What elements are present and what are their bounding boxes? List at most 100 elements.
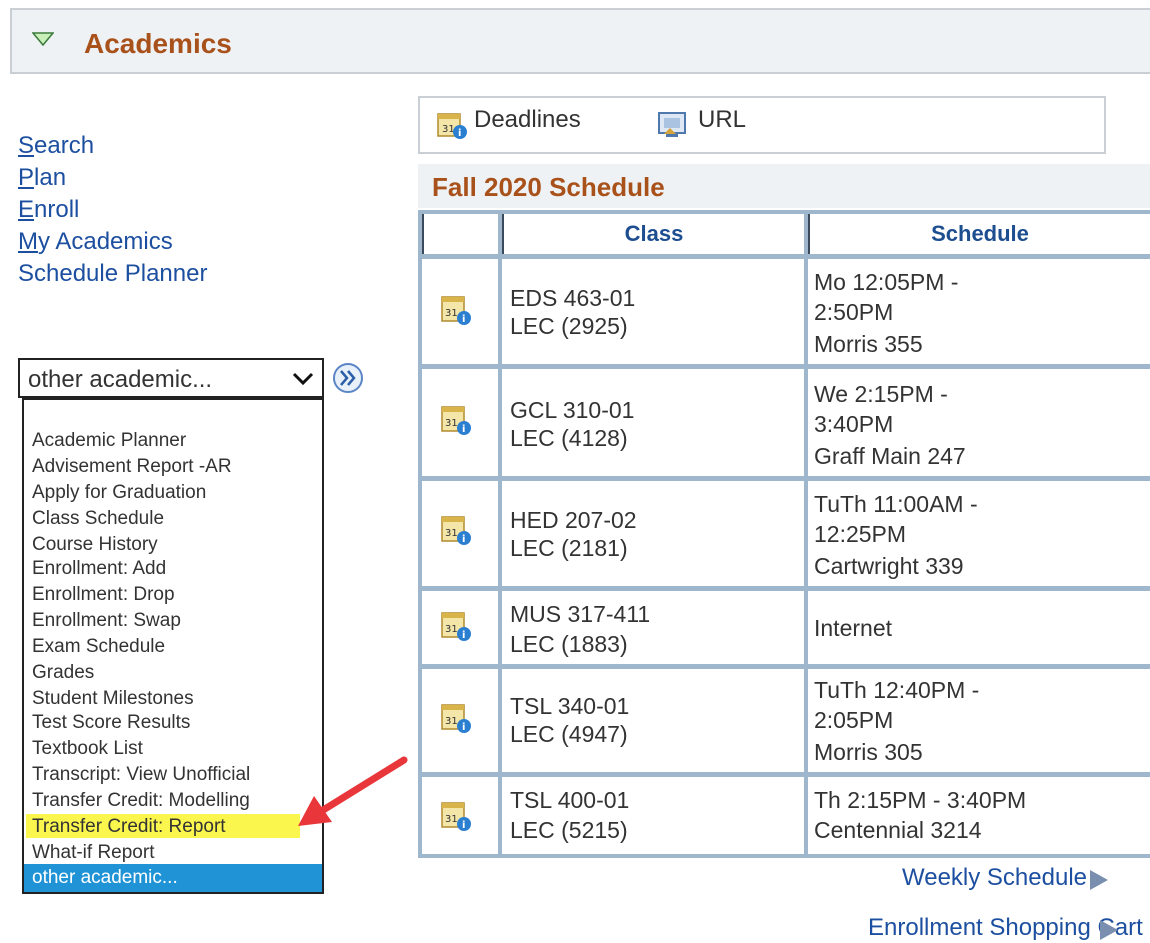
col-header-icon (422, 214, 498, 254)
schedule-time: Mo 12:05PM - (814, 269, 959, 295)
nav-my-academics-link[interactable]: My Academics (18, 228, 173, 256)
class-component: LEC (2181) (510, 535, 628, 561)
option-advisement-report[interactable]: Advisement Report -AR (32, 456, 232, 478)
play-arrow-icon (1090, 870, 1108, 890)
grid-line (804, 210, 808, 858)
option-exam-schedule[interactable]: Exam Schedule (32, 636, 165, 658)
nav-search-link[interactable]: Search (18, 132, 94, 160)
svg-text:i: i (462, 534, 465, 545)
url-monitor-icon[interactable] (656, 110, 690, 140)
nav-schedule-planner-link[interactable]: Schedule Planner (18, 260, 207, 288)
class-section[interactable]: TSL 400-01 (510, 786, 629, 814)
grid-line (418, 854, 1150, 858)
option-class-schedule[interactable]: Class Schedule (32, 508, 164, 530)
option-enrollment-swap[interactable]: Enrollment: Swap (32, 610, 181, 632)
academic-options-list[interactable]: Academic Planner Advisement Report -AR A… (22, 398, 324, 894)
option-enrollment-drop[interactable]: Enrollment: Drop (32, 584, 175, 606)
svg-text:31: 31 (445, 716, 458, 727)
svg-text:i: i (462, 820, 465, 831)
grid-line (418, 664, 1150, 669)
schedule-room: Morris 355 (814, 331, 923, 357)
schedule-time: We 2:15PM - (814, 381, 948, 407)
class-component: LEC (1883) (510, 631, 628, 657)
class-component: LEC (2925) (510, 313, 628, 339)
grid-line (418, 364, 1150, 369)
col-header-border (422, 214, 424, 254)
class-details-icon[interactable]: 31 i (440, 514, 472, 546)
go-double-chevron-icon[interactable] (332, 362, 364, 394)
option-other-academic[interactable]: other academic... (32, 867, 178, 889)
triangle-down-icon[interactable] (32, 32, 54, 46)
col-header-class[interactable]: Class (504, 214, 804, 254)
class-section[interactable]: MUS 317-411 (510, 600, 650, 628)
option-test-score-results[interactable]: Test Score Results (32, 712, 190, 734)
schedule-time: 2:50PM (814, 299, 894, 325)
schedule-location: Internet (814, 615, 892, 641)
svg-text:31: 31 (445, 308, 458, 319)
schedule-time: 12:25PM (814, 521, 907, 547)
svg-text:i: i (462, 722, 465, 733)
option-course-history[interactable]: Course History (32, 534, 158, 556)
svg-text:i: i (462, 630, 465, 641)
class-details-icon[interactable]: 31 i (440, 404, 472, 436)
class-section[interactable]: HED 207-02 (510, 506, 637, 534)
section-title: Academics (84, 28, 232, 59)
col-header-schedule[interactable]: Schedule (810, 214, 1150, 254)
url-link[interactable]: URL (698, 106, 746, 134)
svg-text:31: 31 (442, 124, 455, 135)
schedule-room: Morris 305 (814, 739, 923, 765)
svg-text:31: 31 (445, 418, 458, 429)
svg-text:i: i (458, 128, 461, 139)
svg-text:31: 31 (445, 814, 458, 825)
play-arrow-icon (1100, 920, 1118, 940)
class-component: LEC (4128) (510, 425, 628, 451)
option-academic-planner[interactable]: Academic Planner (32, 430, 186, 452)
option-apply-for-graduation[interactable]: Apply for Graduation (32, 482, 206, 504)
option-what-if-report[interactable]: What-if Report (32, 842, 154, 864)
class-details-icon[interactable]: 31 i (440, 294, 472, 326)
option-enrollment-add[interactable]: Enrollment: Add (32, 558, 166, 580)
schedule-time: 3:40PM (814, 411, 894, 437)
class-section[interactable]: GCL 310-01 (510, 396, 634, 424)
schedule-time: TuTh 12:40PM - (814, 677, 980, 703)
academics-header[interactable]: Academics (10, 8, 1150, 74)
grid-line (498, 210, 502, 858)
class-details-icon[interactable]: 31 i (440, 610, 472, 642)
grid-line (418, 210, 422, 858)
grid-line (418, 586, 1150, 591)
svg-text:31: 31 (445, 528, 458, 539)
schedule-room: Centennial 3214 (814, 817, 982, 843)
grid-line (418, 476, 1150, 481)
class-component: LEC (5215) (510, 817, 628, 843)
nav-enroll-link[interactable]: Enroll (18, 196, 79, 224)
class-details-icon[interactable]: 31 i (440, 800, 472, 832)
option-transfer-credit-report[interactable]: Transfer Credit: Report (32, 816, 226, 838)
option-transcript-view-unofficial[interactable]: Transcript: View Unofficial (32, 764, 250, 786)
annotation-arrow-icon (298, 756, 408, 826)
class-section[interactable]: EDS 463-01 (510, 284, 635, 312)
svg-text:i: i (462, 314, 465, 325)
schedule-time: 2:05PM (814, 707, 894, 733)
schedule-room: Cartwright 339 (814, 553, 964, 579)
deadlines-calendar-icon[interactable]: 31 i (436, 110, 470, 140)
class-section[interactable]: TSL 340-01 (510, 692, 629, 720)
deadlines-link[interactable]: Deadlines (474, 106, 581, 134)
grid-line (418, 772, 1150, 777)
class-component: LEC (4947) (510, 721, 628, 747)
schedule-header: Fall 2020 Schedule (418, 164, 1150, 208)
option-grades[interactable]: Grades (32, 662, 94, 684)
toolbar: 31 i Deadlines URL (418, 96, 1106, 154)
weekly-schedule-link[interactable]: Weekly Schedule (902, 864, 1087, 892)
svg-text:i: i (462, 424, 465, 435)
option-transfer-credit-modelling[interactable]: Transfer Credit: Modelling (32, 790, 250, 812)
chevron-down-icon (292, 372, 314, 386)
class-details-icon[interactable]: 31 i (440, 702, 472, 734)
option-student-milestones[interactable]: Student Milestones (32, 688, 194, 710)
svg-text:31: 31 (445, 624, 458, 635)
schedule-time: TuTh 11:00AM - (814, 491, 978, 517)
schedule-time: Th 2:15PM - 3:40PM (814, 787, 1027, 813)
option-textbook-list[interactable]: Textbook List (32, 738, 143, 760)
academic-select[interactable]: other academic... (18, 358, 324, 398)
schedule-room: Graff Main 247 (814, 443, 966, 469)
nav-plan-link[interactable]: Plan (18, 164, 66, 192)
